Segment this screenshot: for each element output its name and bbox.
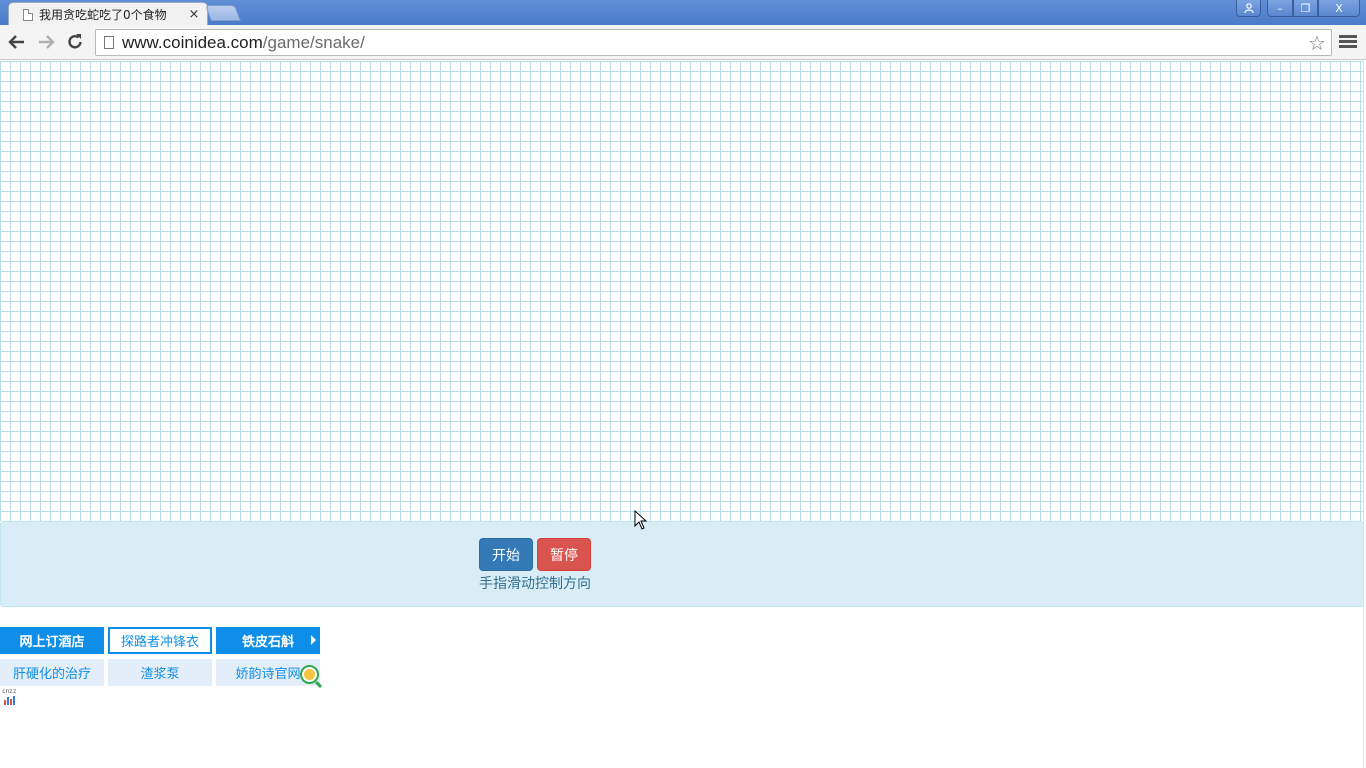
- close-window-button[interactable]: X: [1318, 0, 1360, 17]
- chrome-menu-icon[interactable]: [1339, 33, 1357, 51]
- browser-toolbar: www.coinidea.com/game/snake/ ☆: [0, 25, 1366, 60]
- page-icon: [23, 8, 33, 21]
- new-tab-button[interactable]: [205, 5, 241, 21]
- ad-link[interactable]: 渣浆泵: [108, 659, 212, 686]
- browser-titlebar: 我用贪吃蛇吃了0个食物 × – ❐ X: [0, 0, 1366, 26]
- tab-close-icon[interactable]: ×: [187, 7, 201, 22]
- ad-link-label: 铁皮石斛: [241, 635, 294, 650]
- ad-links: 网上订酒店 探路者冲锋衣 铁皮石斛 肝硬化的治疗 渣浆泵 娇韵诗官网: [0, 627, 330, 687]
- address-bar[interactable]: www.coinidea.com/game/snake/ ☆: [95, 29, 1332, 56]
- minimize-button[interactable]: –: [1267, 0, 1293, 17]
- url-path: /game/snake/: [262, 32, 365, 52]
- control-hint: 手指滑动控制方向: [479, 576, 591, 592]
- tab-title: 我用贪吃蛇吃了0个食物: [39, 8, 167, 22]
- bookmark-star-icon[interactable]: ☆: [1305, 31, 1329, 55]
- page-info-icon[interactable]: [104, 36, 114, 49]
- game-control-panel: 开始 暂停 手指滑动控制方向: [0, 521, 1364, 607]
- ad-link[interactable]: 探路者冲锋衣: [108, 627, 212, 654]
- pause-button[interactable]: 暂停: [537, 538, 591, 571]
- search-magnifier-icon[interactable]: [300, 665, 319, 684]
- stats-counter-icon[interactable]: cnzz: [2, 688, 20, 706]
- maximize-button[interactable]: ❐: [1293, 0, 1318, 17]
- bar-chart-icon: [4, 696, 15, 705]
- back-arrow-icon[interactable]: [6, 31, 28, 53]
- ad-link[interactable]: 网上订酒店: [0, 627, 104, 654]
- url-host: www.coinidea.com: [122, 32, 263, 52]
- start-button[interactable]: 开始: [479, 538, 533, 571]
- browser-tab[interactable]: 我用贪吃蛇吃了0个食物 ×: [8, 2, 208, 26]
- forward-arrow-icon[interactable]: [35, 31, 57, 53]
- chevron-right-icon: [311, 635, 316, 645]
- stats-badge-label: cnzz: [2, 688, 17, 695]
- ad-link[interactable]: 肝硬化的治疗: [0, 659, 104, 686]
- user-profile-icon[interactable]: [1236, 0, 1261, 17]
- url-text[interactable]: www.coinidea.com/game/snake/: [122, 33, 1305, 53]
- snake-game-board[interactable]: [0, 61, 1364, 521]
- page-content: 开始 暂停 手指滑动控制方向 网上订酒店 探路者冲锋衣 铁皮石斛 肝硬化的治疗 …: [0, 61, 1366, 768]
- reload-icon[interactable]: [64, 31, 86, 53]
- ad-link-expandable[interactable]: 铁皮石斛: [216, 627, 320, 654]
